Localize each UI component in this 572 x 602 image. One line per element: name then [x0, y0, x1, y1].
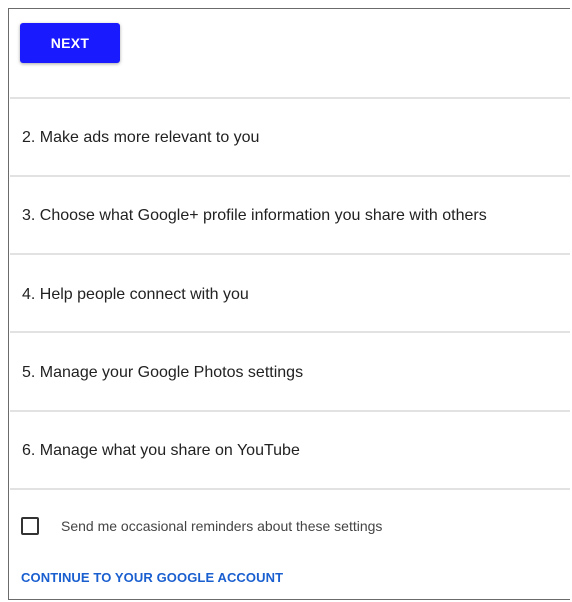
next-button[interactable]: NEXT — [20, 23, 120, 63]
divider — [10, 253, 570, 255]
divider — [10, 410, 570, 412]
section-ads-relevance[interactable]: 2. Make ads more relevant to you — [22, 128, 259, 148]
privacy-checkup-panel: NEXT 2. Make ads more relevant to you 3.… — [8, 8, 570, 600]
divider — [10, 175, 570, 177]
reminders-checkbox[interactable] — [21, 517, 39, 535]
section-help-people-connect[interactable]: 4. Help people connect with you — [22, 285, 249, 305]
reminders-checkbox-label: Send me occasional reminders about these… — [61, 518, 383, 534]
section-youtube-sharing[interactable]: 6. Manage what you share on YouTube — [22, 441, 300, 461]
section-google-plus-profile[interactable]: 3. Choose what Google+ profile informati… — [22, 206, 487, 226]
continue-to-account-link[interactable]: CONTINUE TO YOUR GOOGLE ACCOUNT — [21, 570, 283, 585]
divider — [10, 488, 570, 490]
divider — [10, 331, 570, 333]
section-google-photos[interactable]: 5. Manage your Google Photos settings — [22, 363, 303, 383]
divider — [10, 97, 570, 99]
